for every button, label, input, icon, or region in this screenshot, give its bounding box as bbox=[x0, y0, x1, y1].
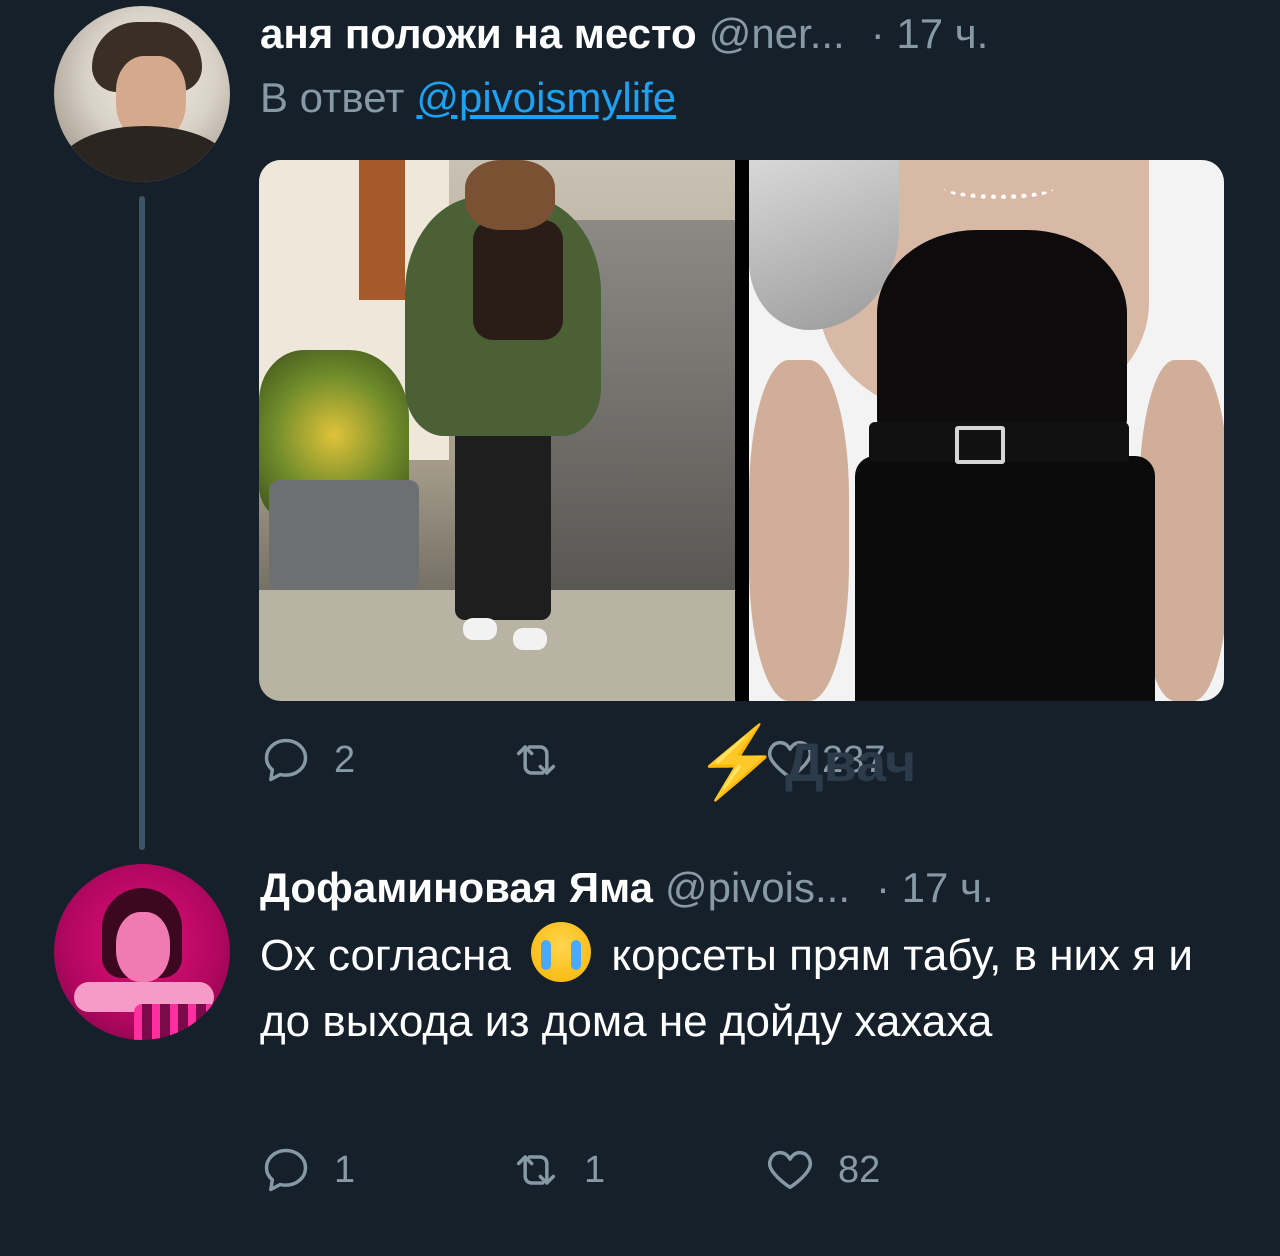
reply-prefix: В ответ bbox=[260, 74, 405, 121]
retweet-icon bbox=[516, 1155, 556, 1185]
reply-mention-link[interactable]: @pivoismylife bbox=[416, 74, 676, 121]
tweet-2-header: Дофаминовая Яма @pivois... · 17 ч. bbox=[260, 864, 994, 912]
reply-count: 2 bbox=[334, 738, 356, 781]
tweet-timestamp[interactable]: · 17 ч. bbox=[871, 10, 989, 58]
tweet-1-header: аня положи на место @ner... · 17 ч. bbox=[260, 10, 988, 58]
photo-pants bbox=[855, 456, 1155, 701]
author-handle[interactable]: @pivois... bbox=[665, 864, 850, 912]
lightning-icon: ⚡ bbox=[694, 723, 782, 801]
photo-buckle bbox=[955, 426, 1005, 464]
author-name[interactable]: аня положи на место bbox=[260, 10, 697, 58]
reply-button[interactable]: 1 bbox=[260, 1144, 510, 1196]
reply-context: В ответ @pivoismylife bbox=[260, 74, 676, 122]
like-count: 82 bbox=[838, 1148, 881, 1191]
reply-button[interactable]: 2 bbox=[260, 734, 510, 786]
avatar-face bbox=[116, 912, 170, 982]
crying-face-emoji-icon bbox=[531, 922, 592, 982]
media-photo-2[interactable] bbox=[749, 160, 1224, 701]
photo-hair bbox=[465, 160, 555, 230]
thread-line bbox=[139, 196, 145, 850]
avatar-dofaminovaya-yama[interactable] bbox=[54, 864, 230, 1040]
reply-icon bbox=[264, 738, 308, 782]
photo-shoe bbox=[463, 618, 497, 640]
photo-shoe bbox=[513, 628, 547, 650]
reply-icon bbox=[264, 1148, 308, 1192]
author-name[interactable]: Дофаминовая Яма bbox=[260, 864, 653, 912]
photo-top bbox=[473, 220, 563, 340]
like-button[interactable]: 82 bbox=[764, 1144, 880, 1196]
heart-icon bbox=[768, 1150, 812, 1190]
retweet-button[interactable]: 1 bbox=[510, 1144, 764, 1196]
retweet-count: 1 bbox=[584, 1148, 606, 1191]
tweet-2-text: Ох согласна корсеты прям табу, в них я и… bbox=[260, 922, 1220, 1055]
retweet-icon bbox=[516, 745, 556, 775]
author-handle[interactable]: @ner... bbox=[709, 10, 845, 58]
reply-count: 1 bbox=[334, 1148, 356, 1191]
photo-planter bbox=[269, 480, 419, 590]
avatar-chair bbox=[134, 1004, 230, 1040]
avatar-ania[interactable] bbox=[54, 6, 230, 182]
tweet-2-actions: 1 1 82 bbox=[260, 1140, 880, 1200]
photo-arm bbox=[749, 360, 849, 701]
tweet-text-part: Ох согласна bbox=[260, 931, 511, 980]
media-photo-1[interactable] bbox=[259, 160, 735, 701]
tweet-media-grid bbox=[259, 160, 1224, 701]
photo-corset bbox=[877, 230, 1127, 440]
tweet-timestamp[interactable]: · 17 ч. bbox=[876, 864, 994, 912]
watermark: ⚡ Двач bbox=[694, 722, 916, 804]
photo-door bbox=[359, 160, 405, 300]
watermark-text: Двач bbox=[785, 733, 917, 793]
photo-necklace bbox=[944, 178, 1054, 199]
avatar-shirt bbox=[60, 126, 230, 182]
